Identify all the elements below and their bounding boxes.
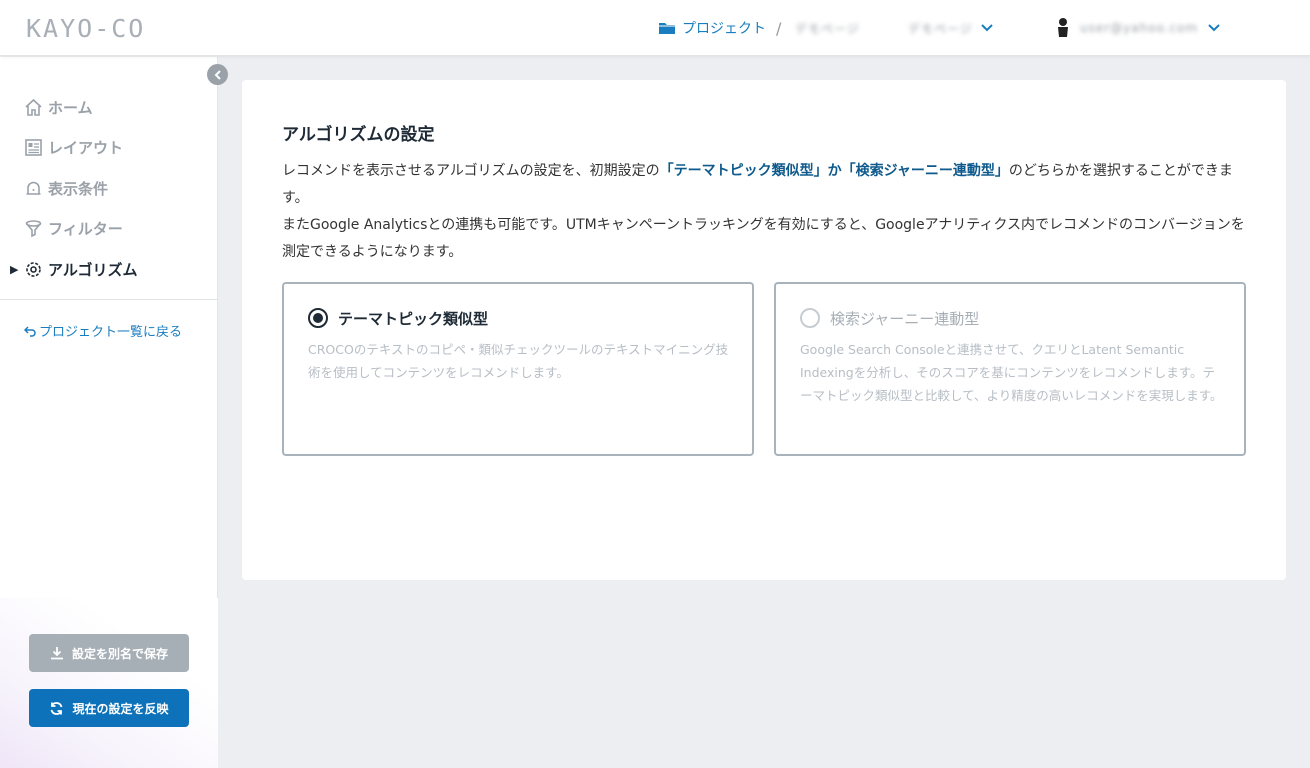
option-title: テーマトピック類似型 xyxy=(338,310,489,328)
page-title: アルゴリズムの設定 xyxy=(282,125,435,145)
radio-search-journey[interactable] xyxy=(800,308,820,328)
option-title: 検索ジャーニー連動型 xyxy=(830,310,980,328)
sidebar-item-label: 表示条件 xyxy=(48,179,109,198)
description-paragraph-1: レコメンドを表示させるアルゴリズムの設定を、初期設定の「テーマトピック類似型」か… xyxy=(282,163,1233,206)
sidebar-item-algorithm[interactable]: ▶ アルゴリズム xyxy=(0,249,218,290)
breadcrumb-project-label: プロジェクト xyxy=(682,21,766,37)
sidebar-item-conditions[interactable]: 表示条件 xyxy=(0,168,218,209)
user-email: user@yahoo.com xyxy=(1080,21,1199,35)
option-theme-topic[interactable]: テーマトピック類似型 CROCOのテキストのコピペ・類似チェックツールのテキスト… xyxy=(282,282,754,456)
option-description: Google Search Consoleと連携させて、クエリとLatent S… xyxy=(800,342,1223,403)
refresh-icon xyxy=(51,701,63,715)
sidebar-item-label: アルゴリズム xyxy=(48,260,138,279)
sidebar-divider xyxy=(0,299,218,300)
description-paragraph-2: またGoogle Analyticsとの連携も可能です。UTMキャンペーントラッ… xyxy=(282,217,1245,260)
user-menu[interactable]: user@yahoo.com xyxy=(1056,17,1220,39)
sidebar-item-label: レイアウト xyxy=(48,139,124,158)
chevron-down-icon xyxy=(1208,21,1220,35)
layout-icon xyxy=(25,139,42,157)
breadcrumb-project-link[interactable]: プロジェクト xyxy=(658,17,766,39)
sidebar-nav: ホーム レイアウト 表示条件 フィルター ▶ アルゴリズム xyxy=(0,87,218,290)
sidebar-item-filter[interactable]: フィルター xyxy=(0,209,218,250)
chevron-left-icon xyxy=(214,69,221,80)
sidebar: ホーム レイアウト 表示条件 フィルター ▶ アルゴリズム プロジェクト一覧に戻… xyxy=(0,57,218,768)
back-to-projects-link[interactable]: プロジェクト一覧に戻る xyxy=(24,321,182,340)
page-dropdown[interactable]: デモページ xyxy=(908,17,993,39)
save-as-button[interactable]: 設定を別名で保存 xyxy=(29,634,189,672)
breadcrumb-separator: / xyxy=(776,18,782,38)
sidebar-item-label: フィルター xyxy=(48,220,123,239)
highlighted-options-text: 「テーマトピック類似型」か「検索ジャーニー連動型」 xyxy=(659,163,1009,179)
radio-theme-topic[interactable] xyxy=(308,308,328,328)
bell-icon xyxy=(26,181,41,195)
chevron-down-icon xyxy=(981,21,993,35)
breadcrumb-current-label: デモページ xyxy=(795,21,860,36)
folder-icon xyxy=(659,23,675,34)
download-icon xyxy=(50,647,63,660)
option-description: CROCOのテキストのコピペ・類似チェックツールのテキストマイニング技術を使用し… xyxy=(308,342,729,380)
apply-settings-button[interactable]: 現在の設定を反映 xyxy=(29,689,189,727)
active-caret-icon: ▶ xyxy=(10,262,19,276)
description: レコメンドを表示させるアルゴリズムの設定を、初期設定の「テーマトピック類似型」か… xyxy=(282,158,1252,266)
return-arrow-icon xyxy=(24,325,36,337)
algorithm-settings-card: アルゴリズムの設定 レコメンドを表示させるアルゴリズムの設定を、初期設定の「テー… xyxy=(242,80,1286,580)
breadcrumb-current: デモページ xyxy=(795,17,860,39)
app-logo[interactable]: KAYO-CO xyxy=(26,14,145,43)
sidebar-item-home[interactable]: ホーム xyxy=(0,87,218,128)
sidebar-collapse-button[interactable] xyxy=(207,64,228,85)
back-to-projects-label: プロジェクト一覧に戻る xyxy=(39,325,183,340)
option-search-journey[interactable]: 検索ジャーニー連動型 Google Search Consoleと連携させて、ク… xyxy=(774,282,1246,456)
apply-settings-label: 現在の設定を反映 xyxy=(72,701,169,716)
save-as-label: 設定を別名で保存 xyxy=(71,646,168,661)
page-dropdown-label: デモページ xyxy=(908,21,973,36)
home-icon xyxy=(25,98,42,116)
sidebar-item-layout[interactable]: レイアウト xyxy=(0,128,218,169)
sidebar-item-label: ホーム xyxy=(48,98,93,117)
top-header: KAYO-CO プロジェクト / デモページ デモページ user@yahoo.… xyxy=(0,0,1310,56)
gear-icon xyxy=(26,261,41,277)
sidebar-decoration xyxy=(0,598,218,768)
avatar xyxy=(1058,18,1068,37)
filter-icon xyxy=(25,220,42,238)
